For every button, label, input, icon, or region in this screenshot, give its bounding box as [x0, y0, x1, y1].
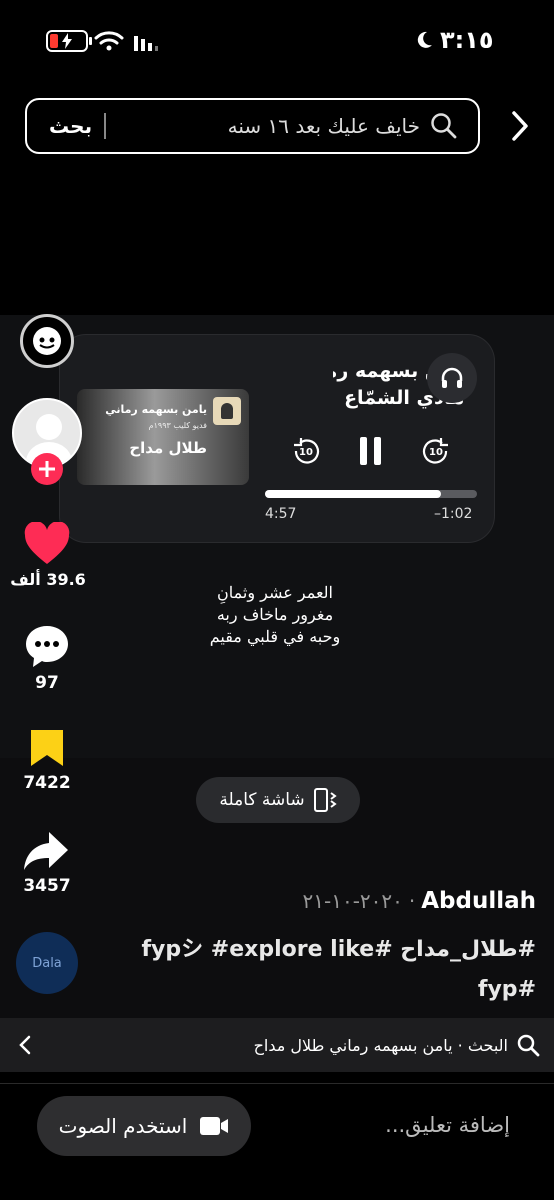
status-time: ٣:١٥: [414, 26, 494, 54]
video-camera-icon: [200, 1117, 229, 1135]
search-suggestion-text: البحث · يامن بسهمه رماني طلال مداح: [253, 1035, 508, 1055]
search-button[interactable]: بحث: [49, 114, 92, 138]
album-art-subtitle: فديو كليب ١٩٩٣م: [148, 421, 207, 430]
signal-icon: [134, 36, 158, 51]
chevron-right-icon[interactable]: [508, 108, 532, 144]
search-icon: [431, 113, 457, 139]
album-art-artist: طلال مداح: [129, 439, 207, 457]
pause-icon[interactable]: [358, 436, 384, 466]
headphones-icon: [441, 367, 463, 388]
lyrics-line: العمر عشر وثمانِ: [217, 583, 333, 602]
lyrics-line: مغرور ماخاف ربه: [216, 605, 334, 624]
music-disc-label: Dala: [32, 955, 62, 971]
bookmark-icon[interactable]: [29, 728, 65, 768]
caption-line: #طلال_مداح #fypシ #explore like: [141, 937, 536, 962]
separator-dot: ·: [408, 889, 416, 913]
headphones-button[interactable]: [427, 353, 477, 403]
bookmark-count: 7422: [23, 773, 71, 793]
moon-icon: [417, 31, 432, 48]
caption-line: #fyp: [477, 977, 536, 1002]
lyrics-line: وحبه في قلبي مقيم: [209, 627, 341, 646]
comment-icon[interactable]: [23, 623, 71, 669]
heart-icon[interactable]: [23, 522, 71, 566]
rewind-10-icon[interactable]: 10: [292, 437, 320, 465]
svg-text:10: 10: [299, 447, 313, 458]
search-input[interactable]: خايف عليك بعد ١٦ سنه: [106, 114, 420, 138]
clock-text: ٣:١٥: [440, 26, 494, 54]
comment-count: 97: [35, 673, 59, 693]
post-date: ٢٠٢٠-١٠-٢١: [302, 889, 403, 913]
comment-input[interactable]: إضافة تعليق...: [385, 1113, 510, 1137]
use-sound-label: استخدم الصوت: [58, 1114, 188, 1138]
time-elapsed: 4:57: [265, 506, 297, 522]
search-icon: [517, 1034, 540, 1057]
time-remaining: –1:02: [434, 506, 473, 522]
like-count: 39.6 ألف: [10, 570, 86, 589]
lyrics-overlay: العمر عشر وثمانِ مغرور ماخاف ربه وحبه في…: [190, 582, 360, 648]
album-art-title: يامن بسهمه رماني: [105, 403, 207, 416]
album-art: يامن بسهمه رماني فديو كليب ١٩٩٣م طلال مد…: [77, 389, 249, 485]
chevron-left-icon: [19, 1035, 31, 1055]
plus-icon: [39, 461, 55, 477]
fullscreen-button[interactable]: شاشة كاملة: [196, 777, 360, 823]
forward-10-icon[interactable]: 10: [422, 437, 450, 465]
divider: [0, 1083, 554, 1084]
battery-icon: [46, 30, 92, 52]
author-name[interactable]: Abdullah: [421, 888, 536, 914]
share-count: 3457: [23, 876, 71, 896]
progress-fill: [265, 490, 441, 498]
use-sound-button[interactable]: استخدم الصوت: [37, 1096, 251, 1156]
search-suggestion-bar[interactable]: البحث · يامن بسهمه رماني طلال مداح: [0, 1018, 554, 1072]
share-icon[interactable]: [22, 830, 70, 872]
fullscreen-label: شاشة كاملة: [219, 790, 305, 810]
effect-button[interactable]: [20, 314, 74, 368]
wifi-icon: [94, 31, 124, 51]
music-disc[interactable]: Dala: [16, 932, 78, 994]
post-caption[interactable]: #طلال_مداح #fypシ #explore like #fyp: [116, 930, 536, 1010]
follow-button[interactable]: [31, 453, 63, 485]
svg-text:10: 10: [429, 447, 443, 458]
author-line: Abdullah · ٢٠٢٠-١٠-٢١: [303, 888, 537, 914]
channel-logo: [213, 397, 241, 425]
search-divider: [104, 113, 107, 139]
search-box[interactable]: خايف عليك بعد ١٦ سنه بحث: [25, 98, 480, 154]
smile-icon: [33, 327, 61, 355]
rotate-screen-icon: [313, 788, 337, 812]
